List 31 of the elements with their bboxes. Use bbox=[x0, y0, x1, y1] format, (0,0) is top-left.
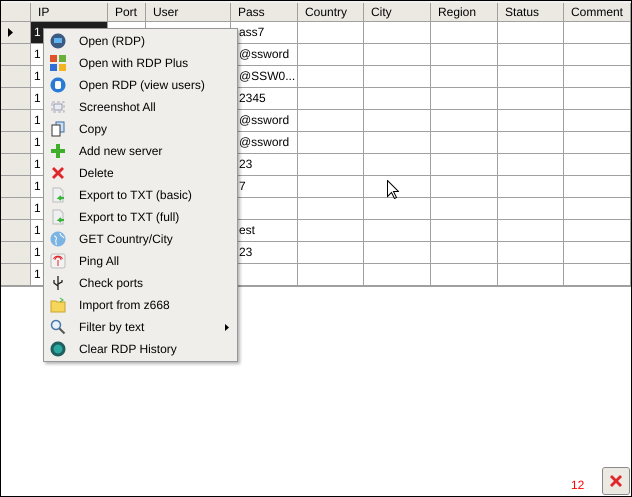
search-icon bbox=[50, 319, 66, 335]
column-header[interactable]: Port bbox=[108, 3, 146, 22]
copy-icon bbox=[50, 121, 66, 137]
menu-item[interactable]: Clear RDP History bbox=[44, 338, 237, 360]
screenshot-icon bbox=[50, 99, 66, 115]
column-header[interactable]: IP bbox=[31, 3, 108, 22]
globe-icon bbox=[50, 231, 66, 247]
row-header[interactable] bbox=[1, 22, 31, 44]
column-header[interactable]: City bbox=[364, 3, 431, 22]
row-pointer-icon bbox=[8, 28, 13, 37]
users-icon bbox=[50, 77, 66, 93]
count-label: 12 bbox=[571, 478, 584, 492]
plus-icon bbox=[50, 143, 66, 159]
column-header[interactable]: Comment bbox=[564, 3, 631, 22]
export-icon bbox=[50, 209, 66, 225]
column-header[interactable]: User bbox=[146, 3, 231, 22]
monitor-icon bbox=[50, 33, 66, 49]
column-header[interactable]: Region bbox=[431, 3, 498, 22]
export-icon bbox=[50, 187, 66, 203]
delete-button[interactable] bbox=[602, 467, 630, 495]
menu-item[interactable]: Import from z668 bbox=[44, 294, 237, 316]
delete-icon bbox=[50, 165, 66, 181]
antenna-icon bbox=[50, 253, 66, 269]
column-header[interactable]: Status bbox=[498, 3, 564, 22]
tiles-icon bbox=[50, 55, 66, 71]
folder-icon bbox=[50, 297, 66, 313]
delete-icon bbox=[608, 473, 624, 489]
history-icon bbox=[50, 341, 66, 357]
column-header[interactable]: Pass bbox=[231, 3, 298, 22]
column-header[interactable]: Country bbox=[298, 3, 364, 22]
menu-item[interactable]: Filter by text bbox=[44, 316, 237, 338]
